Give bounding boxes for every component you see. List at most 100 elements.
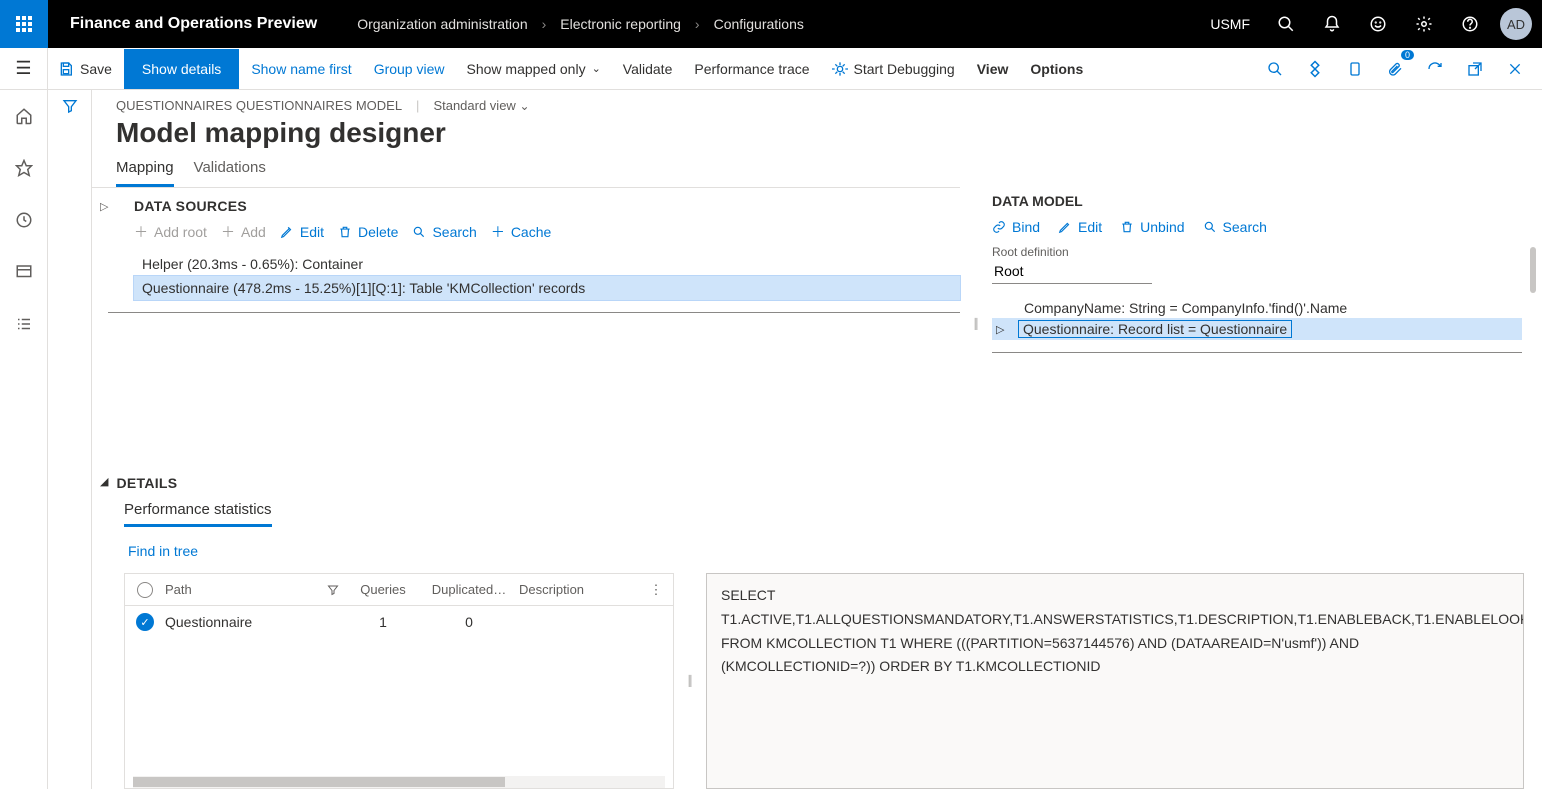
data-model-title: DATA MODEL <box>992 193 1522 209</box>
unbind-button[interactable]: Unbind <box>1120 219 1184 235</box>
star-icon[interactable] <box>0 150 48 186</box>
separator-icon: | <box>416 98 419 113</box>
document-icon[interactable] <box>1340 54 1370 84</box>
root-definition-label: Root definition <box>992 245 1522 259</box>
cell-duplicated: 0 <box>419 614 519 630</box>
funnel-icon[interactable] <box>62 98 78 789</box>
breadcrumb-item[interactable]: Configurations <box>714 16 804 32</box>
options-button[interactable]: Options <box>1020 49 1093 89</box>
cell-queries: 1 <box>347 614 419 630</box>
grid-row[interactable]: ✓ Questionnaire 1 0 <box>125 606 673 638</box>
row-checkbox-checked[interactable]: ✓ <box>136 613 154 631</box>
page-title: Model mapping designer <box>116 117 1518 149</box>
splitter-handle[interactable]: ║ <box>684 573 696 789</box>
group-view-label: Group view <box>374 61 445 77</box>
show-name-first-label: Show name first <box>251 61 351 77</box>
popout-icon[interactable] <box>1460 54 1490 84</box>
bind-button[interactable]: Bind <box>992 219 1040 235</box>
expand-icon[interactable]: ▷ <box>996 323 1010 336</box>
sql-preview[interactable]: SELECT T1.ACTIVE,T1.ALLQUESTIONSMANDATOR… <box>706 573 1524 789</box>
hamburger-icon: ☰ <box>15 58 31 79</box>
find-in-tree-link[interactable]: Find in tree <box>100 543 1534 559</box>
workspace-icon[interactable] <box>0 254 48 290</box>
nav-toggle[interactable]: ☰ <box>0 48 48 89</box>
tab-performance-statistics[interactable]: Performance statistics <box>124 501 272 527</box>
grid-menu-icon[interactable]: ⋮ <box>639 582 673 598</box>
view-label: Standard view <box>433 98 515 113</box>
validate-button[interactable]: Validate <box>613 49 683 89</box>
options-label: Options <box>1030 61 1083 77</box>
performance-grid: Path Queries Duplicated… Description ⋮ ✓… <box>124 573 674 789</box>
view-button[interactable]: View <box>967 49 1019 89</box>
company-code[interactable]: USMF <box>1200 16 1260 32</box>
search-icon[interactable] <box>1266 0 1306 48</box>
tree-row-selected[interactable]: Questionnaire (478.2ms - 15.25%)[1][Q:1]… <box>134 276 960 300</box>
refresh-icon[interactable] <box>1420 54 1450 84</box>
performance-trace-button[interactable]: Performance trace <box>684 49 819 89</box>
home-icon[interactable] <box>0 98 48 134</box>
col-description[interactable]: Description <box>519 582 639 597</box>
search-button[interactable]: Search <box>412 222 476 242</box>
cell-path: Questionnaire <box>165 614 347 630</box>
app-launcher-button[interactable] <box>0 0 48 48</box>
dm-tree-row[interactable]: CompanyName: String = CompanyInfo.'find(… <box>992 298 1522 318</box>
scrollbar-thumb[interactable] <box>1530 247 1536 293</box>
actionbar: ☰ Save Show details Show name first Grou… <box>0 48 1542 90</box>
horizontal-scrollbar[interactable] <box>133 776 665 788</box>
search-action-icon[interactable] <box>1260 54 1290 84</box>
view-selector[interactable]: Standard view ⌄ <box>433 98 529 113</box>
expand-icon[interactable]: ▷ <box>100 194 118 213</box>
show-mapped-only-dropdown[interactable]: Show mapped only ⌄ <box>457 49 611 89</box>
chevron-down-icon: ⌄ <box>519 99 529 113</box>
link-icon <box>992 220 1006 234</box>
breadcrumb-item[interactable]: Electronic reporting <box>560 16 681 32</box>
save-button[interactable]: Save <box>48 49 122 89</box>
trash-icon <box>1120 220 1134 234</box>
tree-row[interactable]: Helper (20.3ms - 0.65%): Container <box>134 252 960 276</box>
validate-label: Validate <box>623 61 673 77</box>
cache-button[interactable]: ＋ Cache <box>491 222 551 242</box>
view-label: View <box>977 61 1009 77</box>
edit-button[interactable]: Edit <box>280 222 324 242</box>
bell-icon[interactable] <box>1312 0 1352 48</box>
start-debugging-label: Start Debugging <box>854 61 955 77</box>
delete-button[interactable]: Delete <box>338 222 398 242</box>
tab-validations[interactable]: Validations <box>194 159 266 187</box>
trash-icon <box>338 225 352 239</box>
col-queries[interactable]: Queries <box>347 582 419 597</box>
app-title: Finance and Operations Preview <box>48 15 339 33</box>
group-view-button[interactable]: Group view <box>364 49 455 89</box>
dm-tree-row-selected[interactable]: ▷ Questionnaire: Record list = Questionn… <box>992 318 1522 340</box>
help-icon[interactable] <box>1450 0 1490 48</box>
chevron-right-icon: › <box>542 16 547 32</box>
smiley-icon[interactable] <box>1358 0 1398 48</box>
select-all-checkbox[interactable] <box>137 582 153 598</box>
add-button: ＋ Add <box>221 222 266 242</box>
modules-icon[interactable] <box>0 306 48 342</box>
start-debugging-button[interactable]: Start Debugging <box>822 49 965 89</box>
root-definition-input[interactable] <box>992 259 1152 284</box>
avatar[interactable]: AD <box>1500 8 1532 40</box>
collapse-icon[interactable]: ◢ <box>100 475 108 488</box>
close-icon[interactable] <box>1500 54 1530 84</box>
col-duplicated[interactable]: Duplicated… <box>419 582 519 597</box>
breadcrumb-item[interactable]: Organization administration <box>357 16 527 32</box>
clock-icon[interactable] <box>0 202 48 238</box>
page-crumb: QUESTIONNAIRES QUESTIONNAIRES MODEL <box>116 98 402 113</box>
attach-badge-icon[interactable]: 0 <box>1380 54 1410 84</box>
show-mapped-only-label: Show mapped only <box>467 61 586 77</box>
show-name-first-button[interactable]: Show name first <box>241 49 361 89</box>
main-tabs: Mapping Validations <box>92 159 1542 187</box>
dm-edit-button[interactable]: Edit <box>1058 219 1102 235</box>
funnel-icon[interactable] <box>327 584 347 596</box>
show-details-button[interactable]: Show details <box>124 49 239 89</box>
dm-search-button[interactable]: Search <box>1203 219 1267 235</box>
topbar: Finance and Operations Preview Organizat… <box>0 0 1542 48</box>
col-path[interactable]: Path <box>165 582 347 597</box>
splitter-handle[interactable]: ║ <box>970 187 982 461</box>
add-root-button: ＋ Add root <box>134 222 207 242</box>
tab-mapping[interactable]: Mapping <box>116 159 174 187</box>
diamond-icon[interactable] <box>1300 54 1330 84</box>
data-sources-title: DATA SOURCES <box>134 194 960 214</box>
gear-icon[interactable] <box>1404 0 1444 48</box>
